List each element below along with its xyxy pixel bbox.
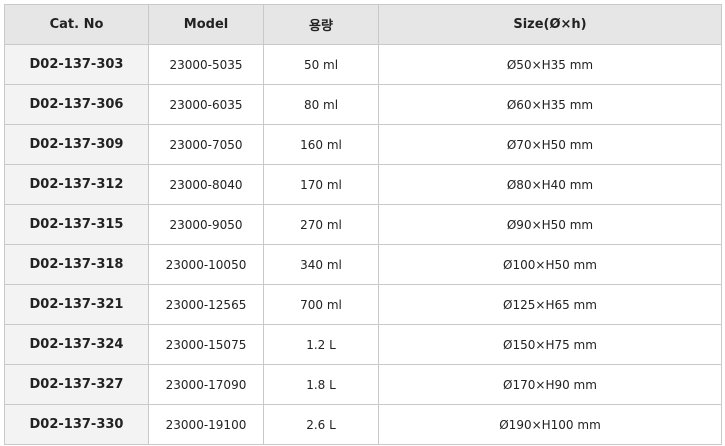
table-row: D02-137-312 23000-8040 170 ml Ø80×H40 mm xyxy=(4,164,722,205)
model-cell: 23000-17090 xyxy=(148,364,264,405)
table-row: D02-137-306 23000-6035 80 ml Ø60×H35 mm xyxy=(4,84,722,125)
size-cell: Ø125×H65 mm xyxy=(378,284,722,325)
capacity-cell: 270 ml xyxy=(263,204,379,245)
capacity-cell: 340 ml xyxy=(263,244,379,285)
size-cell: Ø80×H40 mm xyxy=(378,164,722,205)
capacity-cell: 1.2 L xyxy=(263,324,379,365)
model-cell: 23000-6035 xyxy=(148,84,264,125)
capacity-cell: 700 ml xyxy=(263,284,379,325)
model-cell: 23000-5035 xyxy=(148,44,264,85)
header-capacity: 용량 xyxy=(263,4,379,45)
cat-no-cell: D02-137-327 xyxy=(4,364,149,405)
size-cell: Ø190×H100 mm xyxy=(378,404,722,445)
cat-no-cell: D02-137-315 xyxy=(4,204,149,245)
size-cell: Ø170×H90 mm xyxy=(378,364,722,405)
header-cat-no: Cat. No xyxy=(4,4,149,45)
table-row: D02-137-321 23000-12565 700 ml Ø125×H65 … xyxy=(4,284,722,325)
model-cell: 23000-10050 xyxy=(148,244,264,285)
model-cell: 23000-9050 xyxy=(148,204,264,245)
model-cell: 23000-12565 xyxy=(148,284,264,325)
cat-no-cell: D02-137-306 xyxy=(4,84,149,125)
model-cell: 23000-19100 xyxy=(148,404,264,445)
table-row: D02-137-303 23000-5035 50 ml Ø50×H35 mm xyxy=(4,44,722,85)
cat-no-cell: D02-137-303 xyxy=(4,44,149,85)
cat-no-cell: D02-137-309 xyxy=(4,124,149,165)
cat-no-cell: D02-137-312 xyxy=(4,164,149,205)
size-cell: Ø50×H35 mm xyxy=(378,44,722,85)
header-row: Cat. No Model 용량 Size(Ø×h) xyxy=(4,4,722,45)
table-row: D02-137-315 23000-9050 270 ml Ø90×H50 mm xyxy=(4,204,722,245)
cat-no-cell: D02-137-321 xyxy=(4,284,149,325)
spec-table: Cat. No Model 용량 Size(Ø×h) D02-137-303 2… xyxy=(4,4,722,445)
cat-no-cell: D02-137-318 xyxy=(4,244,149,285)
capacity-cell: 1.8 L xyxy=(263,364,379,405)
capacity-cell: 160 ml xyxy=(263,124,379,165)
table-row: D02-137-327 23000-17090 1.8 L Ø170×H90 m… xyxy=(4,364,722,405)
capacity-cell: 170 ml xyxy=(263,164,379,205)
model-cell: 23000-8040 xyxy=(148,164,264,205)
size-cell: Ø90×H50 mm xyxy=(378,204,722,245)
size-cell: Ø100×H50 mm xyxy=(378,244,722,285)
capacity-cell: 80 ml xyxy=(263,84,379,125)
table-row: D02-137-318 23000-10050 340 ml Ø100×H50 … xyxy=(4,244,722,285)
header-model: Model xyxy=(148,4,264,45)
cat-no-cell: D02-137-330 xyxy=(4,404,149,445)
table-row: D02-137-330 23000-19100 2.6 L Ø190×H100 … xyxy=(4,404,722,445)
table-row: D02-137-324 23000-15075 1.2 L Ø150×H75 m… xyxy=(4,324,722,365)
size-cell: Ø150×H75 mm xyxy=(378,324,722,365)
capacity-cell: 2.6 L xyxy=(263,404,379,445)
header-size: Size(Ø×h) xyxy=(378,4,722,45)
table-body: D02-137-303 23000-5035 50 ml Ø50×H35 mm … xyxy=(4,44,722,445)
size-cell: Ø70×H50 mm xyxy=(378,124,722,165)
cat-no-cell: D02-137-324 xyxy=(4,324,149,365)
size-cell: Ø60×H35 mm xyxy=(378,84,722,125)
capacity-cell: 50 ml xyxy=(263,44,379,85)
model-cell: 23000-7050 xyxy=(148,124,264,165)
model-cell: 23000-15075 xyxy=(148,324,264,365)
table-header: Cat. No Model 용량 Size(Ø×h) xyxy=(4,4,722,45)
table-row: D02-137-309 23000-7050 160 ml Ø70×H50 mm xyxy=(4,124,722,165)
